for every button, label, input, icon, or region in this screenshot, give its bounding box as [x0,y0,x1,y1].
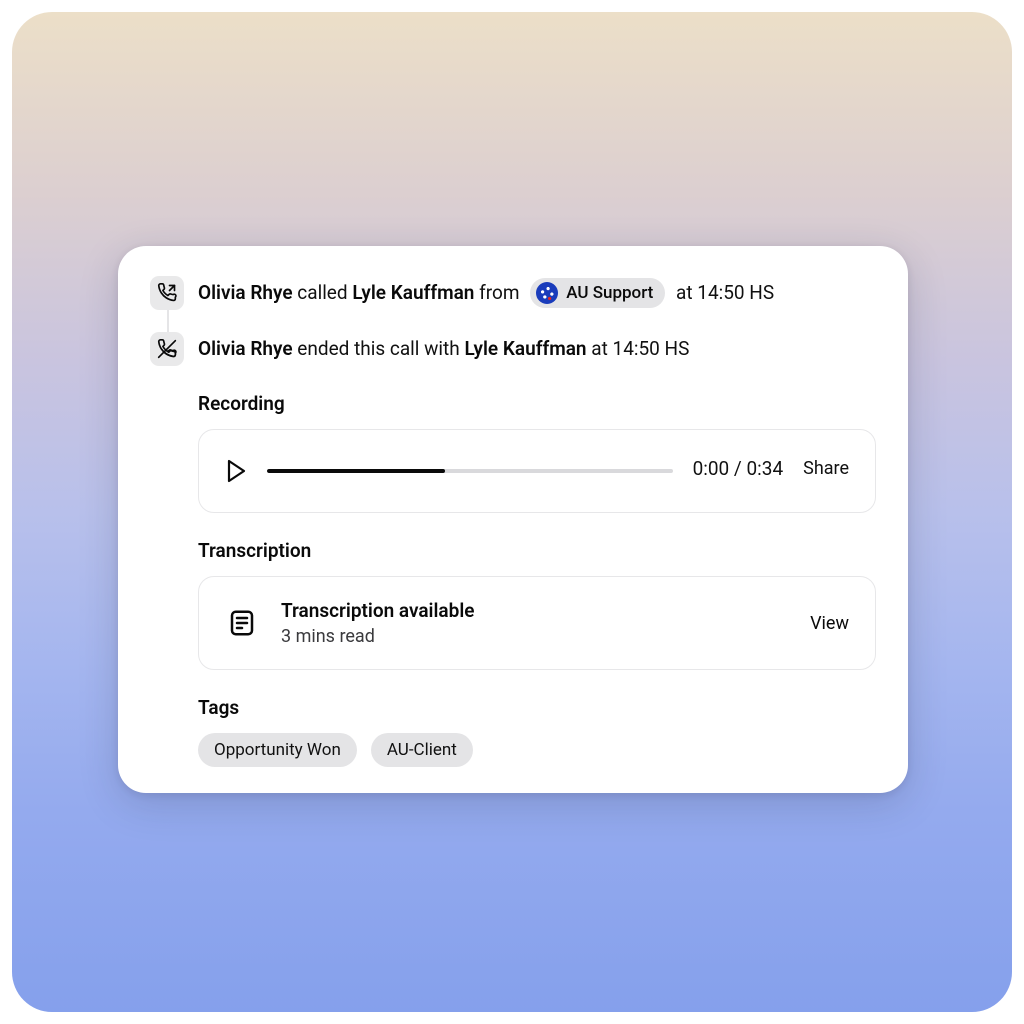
playback-progress [267,469,445,473]
at-word: at [671,280,697,306]
transcription-read-time: 3 mins read [281,626,788,647]
event-call-started-text: Olivia Rhye called Lyle Kauffman from AU… [198,278,774,309]
transcription-body: Transcription available 3 mins read [281,599,788,647]
call-end-time: 14:50 HS [613,336,690,362]
called-verb: called [293,280,353,306]
callee-name: Lyle Kauffman [352,280,474,306]
tag-chip[interactable]: Opportunity Won [198,733,357,767]
caller-name: Olivia Rhye [198,336,293,362]
gradient-background: Olivia Rhye called Lyle Kauffman from AU… [12,12,1012,1012]
share-button[interactable]: Share [803,458,849,479]
play-button[interactable] [225,458,247,484]
transcription-panel: Transcription available 3 mins read View [198,576,876,670]
caller-name: Olivia Rhye [198,280,293,306]
transcript-icon [225,606,259,640]
team-chip[interactable]: AU Support [530,278,665,309]
call-ended-icon [150,332,184,366]
time-separator: / [729,457,746,480]
transcription-title: Transcription [198,539,876,562]
tag-chip[interactable]: AU-Client [371,733,473,767]
tags-title: Tags [198,696,876,719]
playback-track[interactable] [267,469,673,473]
event-call-ended: Olivia Rhye ended this call with Lyle Ka… [150,332,876,366]
timecode: 0:00 / 0:34 [693,457,784,480]
transcription-status: Transcription available [281,599,788,622]
call-events: Olivia Rhye called Lyle Kauffman from AU… [150,276,876,366]
event-call-started: Olivia Rhye called Lyle Kauffman from AU… [150,276,876,310]
recording-player: 0:00 / 0:34 Share [198,429,876,513]
transcription-section: Transcription Transcription available 3 … [198,539,876,670]
tags-row: Opportunity Won AU-Client [198,733,876,767]
current-time: 0:00 [693,457,730,480]
call-detail-card: Olivia Rhye called Lyle Kauffman from AU… [118,246,908,793]
call-outgoing-icon [150,276,184,310]
event-call-ended-text: Olivia Rhye ended this call with Lyle Ka… [198,336,689,362]
from-word: from [474,280,524,306]
total-time: 0:34 [746,457,783,480]
at-word: at [587,336,613,362]
team-label: AU Support [566,282,653,305]
australia-flag-icon [536,282,558,304]
recording-title: Recording [198,392,876,415]
ended-verb: ended this call with [293,336,465,362]
tags-section: Tags Opportunity Won AU-Client [198,696,876,767]
callee-name: Lyle Kauffman [464,336,586,362]
timeline-connector [167,310,169,334]
recording-section: Recording 0:00 / 0:34 Share [198,392,876,513]
view-button[interactable]: View [810,613,849,634]
call-start-time: 14:50 HS [697,280,774,306]
